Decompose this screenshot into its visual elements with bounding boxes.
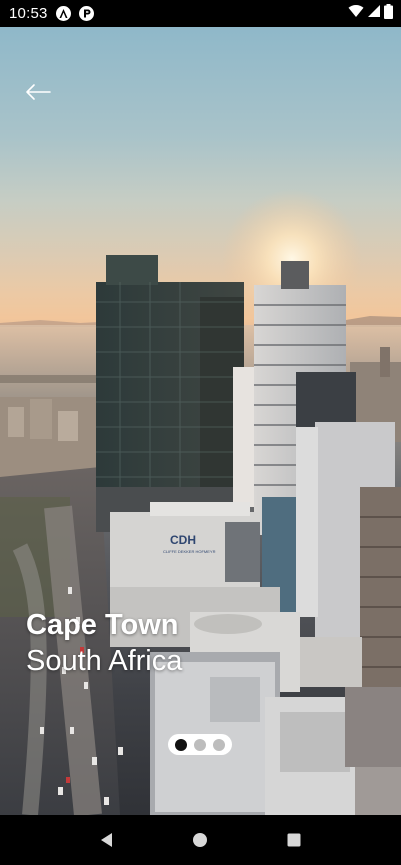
status-bar: 10:53 bbox=[0, 0, 401, 27]
wifi-icon bbox=[348, 4, 364, 23]
signal-icon bbox=[367, 4, 381, 23]
app-p-icon bbox=[78, 6, 94, 21]
building-sign: CDH bbox=[170, 533, 196, 547]
destination-title: Cape Town South Africa bbox=[26, 607, 182, 679]
page-dot-1[interactable] bbox=[175, 738, 187, 751]
nav-recents-button[interactable] bbox=[279, 825, 309, 855]
arrow-left-icon bbox=[26, 84, 51, 100]
nav-home-button[interactable] bbox=[185, 825, 215, 855]
app-a-icon bbox=[55, 6, 71, 21]
page-dot-3[interactable] bbox=[213, 738, 225, 751]
page-dot-2[interactable] bbox=[194, 738, 206, 751]
city-hero-image: CDH CLIFFE DEKKER HOFMEYR Cape Town Sout… bbox=[0, 27, 401, 815]
back-button[interactable] bbox=[24, 83, 64, 113]
battery-icon bbox=[384, 3, 393, 24]
nav-back-button[interactable] bbox=[92, 825, 122, 855]
back-triangle-icon bbox=[100, 833, 112, 847]
phone-screen: 10:53 CDH CLIFFE DEKKER HOFMEYR Cape Tow… bbox=[0, 0, 401, 865]
status-time: 10:53 bbox=[9, 5, 48, 22]
country-name: South Africa bbox=[26, 645, 183, 677]
page-indicator bbox=[168, 734, 232, 755]
status-indicators bbox=[348, 3, 393, 24]
recents-square-icon bbox=[287, 833, 301, 847]
system-nav-bar bbox=[0, 815, 401, 865]
city-skyline-illustration: CDH CLIFFE DEKKER HOFMEYR bbox=[0, 189, 401, 815]
home-circle-icon bbox=[193, 833, 208, 847]
building-subsign: CLIFFE DEKKER HOFMEYR bbox=[163, 549, 216, 554]
city-name: Cape Town bbox=[26, 609, 179, 641]
